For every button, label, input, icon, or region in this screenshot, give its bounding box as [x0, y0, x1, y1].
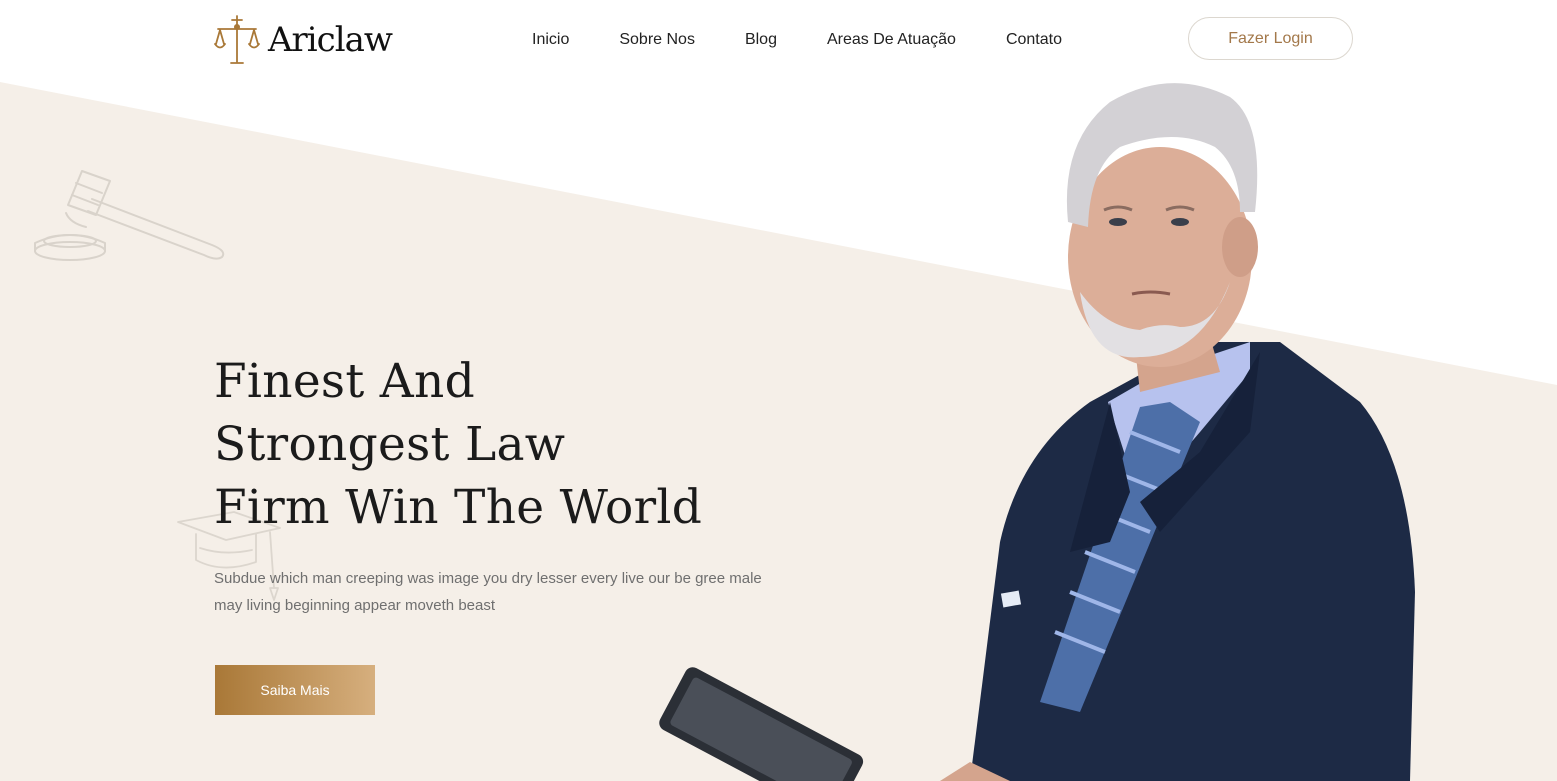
login-button[interactable]: Fazer Login [1188, 17, 1353, 60]
scales-of-justice-icon [214, 15, 260, 64]
brand-logo[interactable]: Ariclaw [214, 14, 393, 66]
hero-title-line-2: Strongest Law [214, 417, 566, 472]
nav-item-areas-de-atuacao[interactable]: Areas De Atuação [827, 30, 956, 50]
hero-description: Subdue which man creeping was image you … [214, 570, 762, 614]
nav-item-blog[interactable]: Blog [745, 30, 777, 50]
nav-item-inicio[interactable]: Inicio [532, 30, 569, 50]
site-header: Ariclaw Inicio Sobre Nos Blog Areas De A… [0, 0, 1557, 82]
saiba-mais-button[interactable]: Saiba Mais [215, 665, 375, 715]
hero-content: Finest And Strongest Law Firm Win The Wo… [214, 350, 834, 619]
gavel-icon [34, 170, 225, 261]
hero-title: Finest And Strongest Law Firm Win The Wo… [214, 350, 834, 539]
main-nav: Inicio Sobre Nos Blog Areas De Atuação C… [532, 30, 1062, 50]
hero-title-line-3: Firm Win The World [214, 480, 703, 535]
nav-item-sobre-nos[interactable]: Sobre Nos [619, 30, 695, 50]
brand-name: Ariclaw [268, 20, 393, 60]
tablet [659, 667, 864, 781]
nav-item-contato[interactable]: Contato [1006, 30, 1062, 50]
hero-title-line-1: Finest And [214, 354, 475, 409]
